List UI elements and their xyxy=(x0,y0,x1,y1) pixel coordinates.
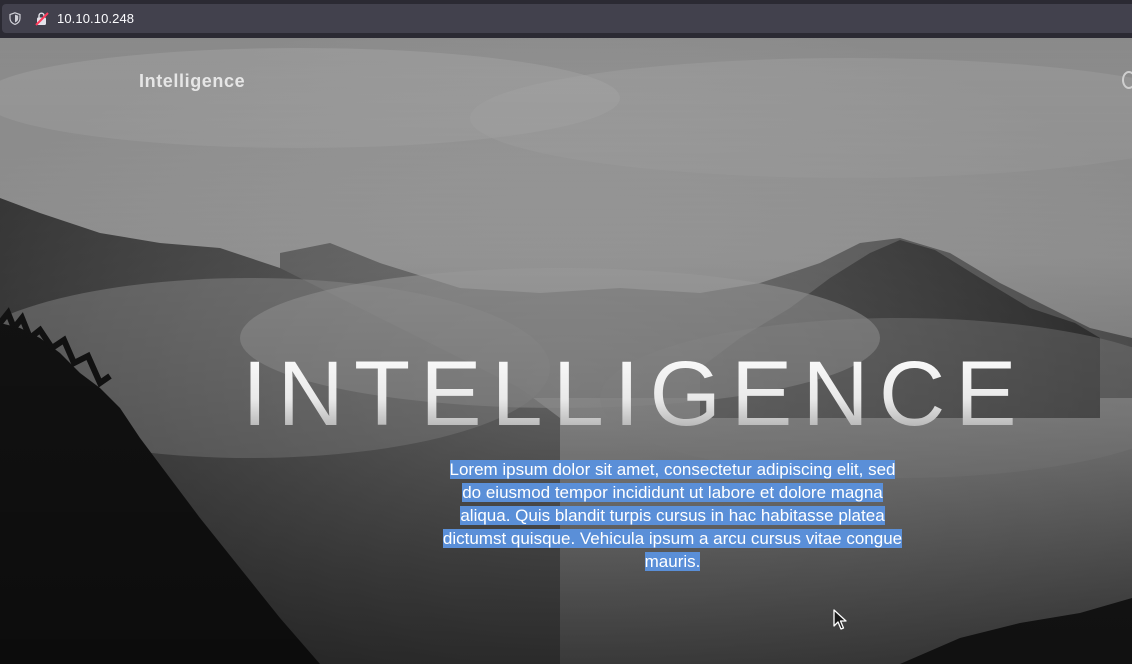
shield-icon[interactable] xyxy=(9,12,21,25)
url-text[interactable]: 10.10.10.248 xyxy=(57,11,134,26)
hero-title: INTELLIGENCE xyxy=(242,343,1027,445)
nav-item-cutoff[interactable] xyxy=(1122,71,1132,89)
site-brand[interactable]: Intelligence xyxy=(139,71,245,92)
browser-toolbar: 10.10.10.248 xyxy=(0,0,1132,38)
page-viewport: Intelligence INTELLIGENCE Lorem ipsum do… xyxy=(0,38,1132,664)
mouse-pointer-icon xyxy=(833,609,847,630)
address-bar[interactable]: 10.10.10.248 xyxy=(2,4,1132,33)
insecure-connection-icon[interactable] xyxy=(34,12,50,26)
hero-description-text: Lorem ipsum dolor sit amet, consectetur … xyxy=(442,460,903,571)
hero-description: Lorem ipsum dolor sit amet, consectetur … xyxy=(440,458,905,573)
